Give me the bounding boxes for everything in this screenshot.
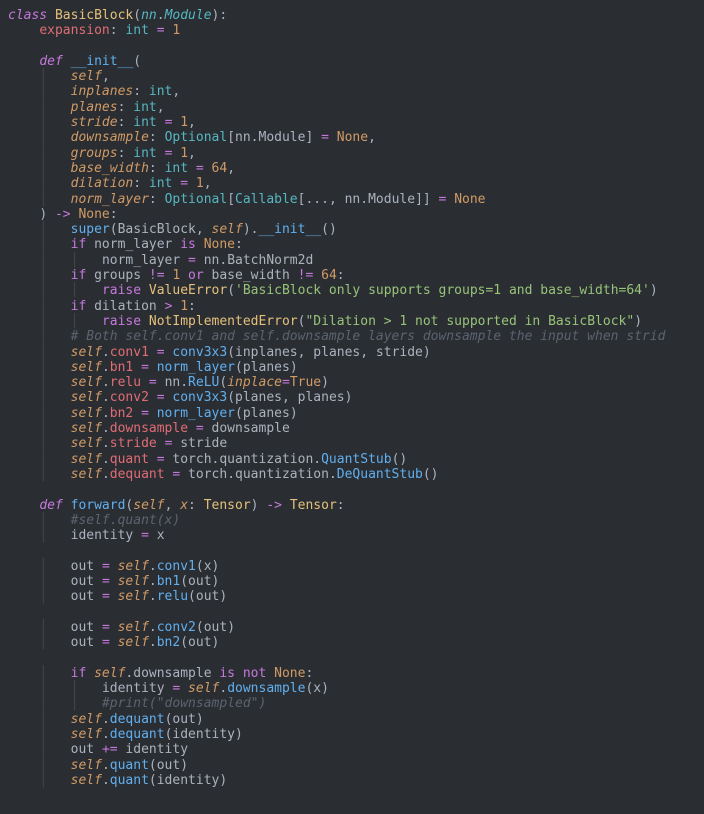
class-name: BasicBlock [55,8,133,23]
base-class: Module [165,8,212,23]
param-x: x [180,498,188,513]
param-downsample: downsample [71,130,149,145]
param-planes: planes [71,100,118,115]
comment-print-downsampled: #print("downsampled") [102,696,266,711]
param-base-width: base_width [71,161,149,176]
notimplementederror: NotImplementedError [149,314,298,329]
code-editor[interactable]: class BasicBlock(nn.Module): expansion: … [0,0,704,788]
param-inplanes: inplanes [71,84,134,99]
type-int: int [125,23,148,38]
valueerror: ValueError [149,283,227,298]
init-method: __init__ [71,54,134,69]
keyword-class: class [8,8,47,23]
param-stride: stride [71,115,118,130]
expansion-var: expansion [39,23,109,38]
super-call: super [71,222,110,237]
comment-quant: #self.quant(x) [71,513,181,528]
error-dilation-string: "Dilation > 1 not supported in BasicBloc… [305,314,634,329]
base-ns: nn [141,8,157,23]
error-groups-string: 'BasicBlock only supports groups=1 and b… [235,283,650,298]
param-norm-layer: norm_layer [71,192,149,207]
keyword-def: def [39,54,62,69]
param-dilation: dilation [71,176,134,191]
param-groups: groups [71,146,118,161]
param-self: self [71,69,102,84]
forward-method: forward [71,498,126,513]
comment-downsample: # Both self.conv1 and self.downsample la… [71,329,666,344]
